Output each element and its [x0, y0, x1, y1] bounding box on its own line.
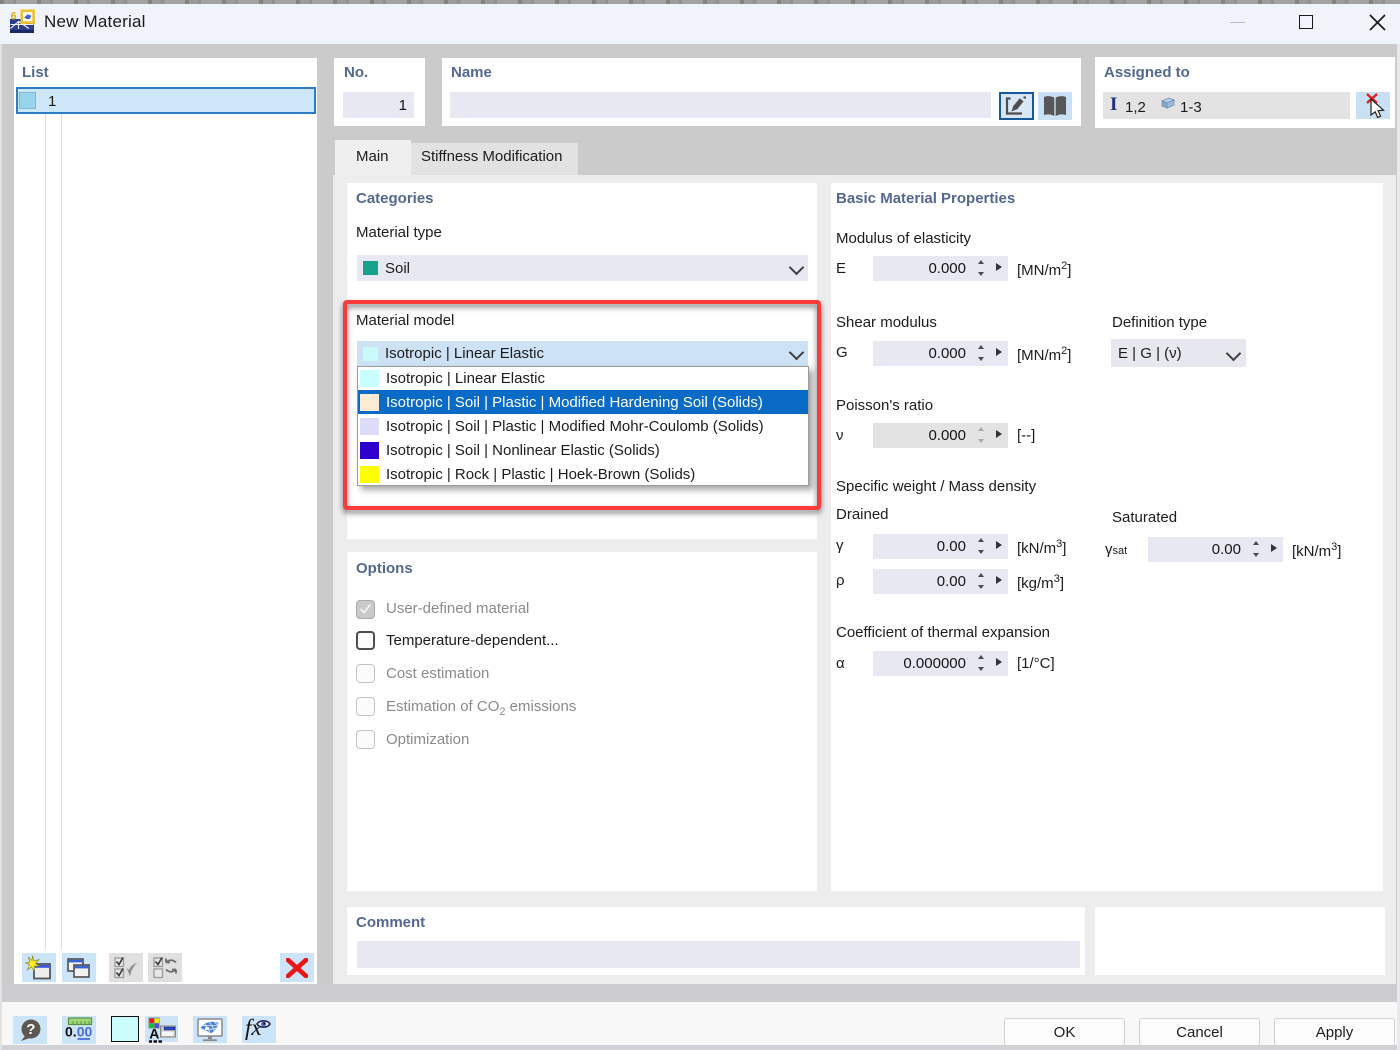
- svg-text:6: 6: [11, 11, 17, 23]
- svg-text:?: ?: [26, 1021, 35, 1038]
- svg-text:A: A: [149, 1026, 159, 1042]
- svg-text:0.00: 0.00: [65, 1024, 92, 1040]
